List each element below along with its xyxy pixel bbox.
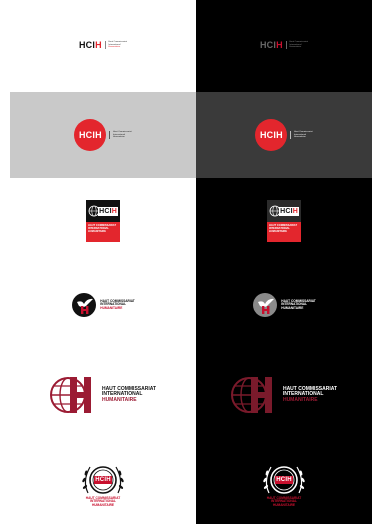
wordmark-logo-dark: HCI H Haut Commissariat International Hu… — [260, 40, 308, 50]
block-bottom: HAUT COMMISSARIAT INTERNATIONAL HUMANITA… — [86, 222, 120, 242]
globe-h-text: HAUT COMMISSARIAT INTERNATIONAL HUMANITA… — [101, 386, 156, 404]
dove-line-3: HUMANITAIRE — [100, 305, 123, 310]
block-bottom: HAUT COMMISSARIAT INTERNATIONAL HUMANITA… — [267, 222, 301, 242]
circle-acronym-suffix: H — [276, 130, 283, 140]
divider — [290, 131, 291, 139]
dove-emblem-icon — [72, 293, 97, 317]
wordmark-logo: HCI H Haut Commissariat International Hu… — [79, 40, 127, 50]
block-line-3: HUMANITAIRE — [88, 230, 106, 233]
name-line-3: Humanitaire — [289, 46, 302, 49]
acronym-suffix: H — [276, 40, 283, 50]
globe-icon — [269, 205, 281, 217]
row1-light: HCI H Haut Commissariat International Hu… — [10, 34, 196, 56]
row5-dark: HAUT COMMISSARIAT INTERNATIONAL HUMANITA… — [196, 365, 372, 425]
globe-h-logo-dark: HAUT COMMISSARIAT INTERNATIONAL HUMANITA… — [230, 373, 337, 417]
seal-acronym-prefix: HCI — [95, 476, 107, 483]
circle-acronym: HCI — [78, 130, 96, 140]
acronym-suffix: H — [95, 40, 102, 50]
circle-acronym-suffix: H — [95, 130, 102, 140]
circle-acronym: HCI — [259, 130, 277, 140]
row3-dark: HCI H HAUT COMMISSARIAT INTERNATIONAL HUM… — [196, 195, 372, 247]
square-block-logo: HCI H HAUT COMMISSARIAT INTERNATIONAL HUM… — [86, 200, 120, 242]
dove-logo: HAUT COMMISSARIAT INTERNATIONAL HUMANITA… — [71, 292, 135, 318]
block-top: HCI H — [86, 200, 120, 222]
block-top: HCI H — [267, 200, 301, 222]
row1-dark: HCI H Haut Commissariat International Hu… — [196, 34, 372, 56]
full-name-small: Haut Commissariat International Humanita… — [108, 41, 127, 49]
row4-dark: HAUT COMMISSARIAT INTERNATIONAL HUMANITA… — [196, 285, 372, 325]
laurel-seal-logo-dark: HCI H HAUT COMMISSARIAT INTERNATIONAL HUM… — [261, 461, 307, 508]
divider — [104, 41, 106, 49]
dove-text: HAUT COMMISSARIAT INTERNATIONAL HUMANITA… — [281, 299, 315, 311]
name-line-3: Humanitaire — [108, 46, 121, 49]
circle-badge-logo-dark: HCI H Haut Commissariat International Hum… — [255, 119, 313, 151]
dove-line-3: HUMANITAIRE — [281, 305, 304, 310]
globe-h-icon — [230, 377, 272, 413]
seal-acronym-prefix: HCI — [276, 476, 288, 483]
row4-light: HAUT COMMISSARIAT INTERNATIONAL HUMANITA… — [10, 285, 196, 325]
name-line-3: Humanitaire — [112, 136, 125, 139]
full-name-small: Haut Commissariat International Humanita… — [289, 41, 308, 49]
globe-h-text: HAUT COMMISSARIAT INTERNATIONAL HUMANITA… — [282, 386, 337, 404]
dove-logo-dark: HAUT COMMISSARIAT INTERNATIONAL HUMANITA… — [252, 292, 316, 318]
light-column: HCI H Haut Commissariat International Hu… — [10, 0, 196, 524]
seal-line-3: HUMANITAIRE — [272, 502, 296, 507]
row5-light: HAUT COMMISSARIAT INTERNATIONAL HUMANITA… — [10, 365, 196, 425]
row6-dark: HCI H HAUT COMMISSARIAT INTERNATIONAL HUM… — [196, 450, 372, 518]
seal-acronym-suffix: H — [287, 476, 292, 483]
dove-emblem-icon — [253, 293, 278, 317]
globe-h-icon — [49, 377, 91, 413]
circle-badge-logo: HCI H Haut Commissariat International Hum… — [74, 119, 132, 151]
seal-line-3: HUMANITAIRE — [91, 502, 115, 507]
block-line-3: HUMANITAIRE — [269, 230, 287, 233]
row6-light: HCI H HAUT COMMISSARIAT INTERNATIONAL HUM… — [10, 450, 196, 518]
full-name-small: Haut Commissariat International Humanita… — [113, 131, 132, 139]
seal-acronym: HCI H — [276, 477, 291, 483]
acronym-prefix: HCI — [259, 40, 277, 50]
red-circle: HCI H — [255, 119, 288, 151]
name-line-3: Humanitaire — [293, 136, 306, 139]
globe-h-logo: HAUT COMMISSARIAT INTERNATIONAL HUMANITA… — [49, 373, 156, 417]
globe-line-3: HUMANITAIRE — [282, 396, 318, 403]
acronym-prefix: HCI — [78, 40, 96, 50]
laurel-seal-logo: HCI H HAUT COMMISSARIAT INTERNATIONAL HUM… — [80, 461, 126, 508]
block-acronym-suffix: H — [292, 207, 298, 215]
red-circle: HCI H — [74, 119, 107, 151]
block-acronym: HCI — [99, 207, 112, 215]
globe-line-3: HUMANITAIRE — [101, 396, 137, 403]
divider — [109, 131, 110, 139]
row3-light: HCI H HAUT COMMISSARIAT INTERNATIONAL HUM… — [10, 195, 196, 247]
square-block-logo-dark: HCI H HAUT COMMISSARIAT INTERNATIONAL HUM… — [267, 200, 301, 242]
row2-dark: HCI H Haut Commissariat International Hum… — [196, 110, 372, 160]
divider — [285, 41, 287, 49]
globe-icon — [88, 205, 100, 217]
seal-acronym-suffix: H — [106, 476, 111, 483]
full-name-small: Haut Commissariat International Humanita… — [294, 131, 313, 139]
seal-acronym: HCI H — [95, 477, 110, 483]
logo-sheet: HCI H Haut Commissariat International Hu… — [10, 0, 372, 524]
block-acronym: HCI — [280, 207, 293, 215]
dark-column: HCI H Haut Commissariat International Hu… — [196, 0, 372, 524]
block-acronym-suffix: H — [111, 207, 117, 215]
dove-text: HAUT COMMISSARIAT INTERNATIONAL HUMANITA… — [100, 299, 134, 311]
row2-light: HCI H Haut Commissariat International Hum… — [10, 110, 196, 160]
